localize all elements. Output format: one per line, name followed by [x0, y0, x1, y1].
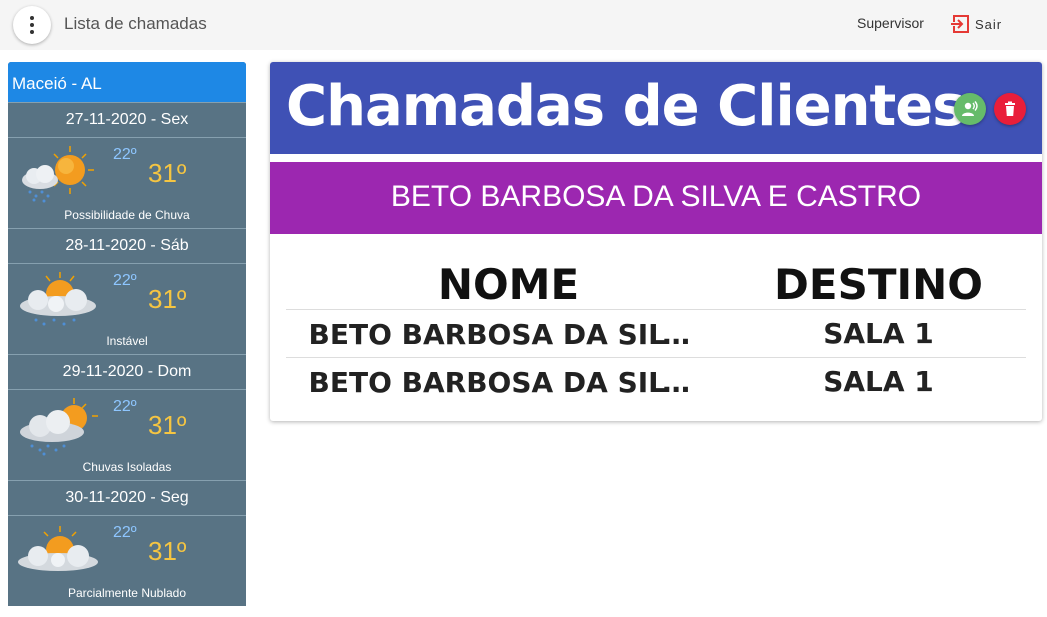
trash-icon — [1005, 101, 1015, 116]
delete-button[interactable] — [994, 93, 1026, 125]
calls-card: Chamadas de Clientes BETO BARBOSA DA SIL… — [270, 62, 1042, 421]
logout-button[interactable]: Sair — [950, 14, 1002, 34]
weather-description: Chuvas Isoladas — [82, 460, 172, 474]
column-header-nome: NOME — [437, 260, 580, 309]
cell-nome: BETO BARBOSA DA SILVA E CASTRO — [286, 357, 731, 406]
sun-rain-cloud-icon — [22, 146, 94, 203]
sun-cloud-icon — [18, 526, 98, 571]
weather-day: 22º 31º Parcialmente Nublado — [8, 516, 246, 606]
weather-day-date: 29-11-2020 - Dom — [8, 354, 246, 390]
current-client-name: BETO BARBOSA DA SILVA E CASTRO — [270, 162, 1042, 234]
user-name: Supervisor — [857, 15, 924, 31]
card-header: Chamadas de Clientes — [270, 62, 1042, 154]
temp-min: 22º — [113, 272, 137, 289]
client-name: BETO BARBOSA DA SILVA E CASTRO — [308, 366, 709, 399]
top-bar: Lista de chamadas Supervisor Sair — [0, 0, 1047, 50]
weather-day-date: 27-11-2020 - Sex — [8, 102, 246, 138]
table-row[interactable]: BETO BARBOSA DA SILVA E CASTRO SALA 1 — [286, 357, 1026, 406]
temp-max: 31º — [148, 158, 187, 188]
sun-cloud-rain-icon — [20, 398, 98, 456]
weather-city: Maceió - AL — [8, 62, 246, 102]
temp-max: 31º — [148, 536, 187, 566]
temp-max: 31º — [148, 410, 187, 440]
weather-day-date: 28-11-2020 - Sáb — [8, 228, 246, 264]
cell-destino: SALA 1 — [731, 357, 1026, 406]
record-voice-icon — [962, 101, 978, 116]
divider — [270, 154, 1042, 162]
temp-min: 22º — [113, 524, 137, 541]
weather-description: Instável — [106, 334, 148, 348]
temp-max: 31º — [148, 284, 187, 314]
more-vert-icon — [30, 16, 34, 34]
cell-nome: BETO BARBOSA DA SILVA E CASTRO — [286, 309, 731, 358]
cell-destino: SALA 1 — [731, 309, 1026, 358]
menu-button[interactable] — [13, 6, 51, 44]
call-client-button[interactable] — [954, 93, 986, 125]
temp-min: 22º — [113, 398, 137, 415]
logout-icon — [950, 15, 969, 33]
temp-min: 22º — [113, 146, 137, 163]
weather-day-date: 30-11-2020 - Seg — [8, 480, 246, 516]
weather-day: 22º 31º Instável — [8, 264, 246, 354]
sun-cloud-rain-icon — [20, 272, 96, 326]
weather-sidebar: Maceió - AL 27-11-2020 - Sex 22º 31º Pos… — [8, 62, 246, 606]
column-header-destino: DESTINO — [774, 260, 983, 309]
weather-description: Parcialmente Nublado — [67, 586, 187, 600]
card-title: Chamadas de Clientes — [286, 74, 966, 139]
table-header-row: NOME DESTINO — [286, 256, 1026, 310]
weather-day: 22º 31º Possibilidade de Chuva — [8, 138, 246, 228]
weather-description: Possibilidade de Chuva — [64, 208, 190, 222]
calls-table: NOME DESTINO BETO BARBOSA DA SILVA E CAS… — [286, 256, 1026, 406]
logout-label: Sair — [975, 16, 1003, 32]
page-title: Lista de chamadas — [64, 14, 207, 33]
table-row[interactable]: BETO BARBOSA DA SILVA E CASTRO SALA 1 — [286, 309, 1026, 358]
client-name: BETO BARBOSA DA SILVA E CASTRO — [308, 317, 709, 351]
weather-day: 22º 31º Chuvas Isoladas — [8, 390, 246, 480]
